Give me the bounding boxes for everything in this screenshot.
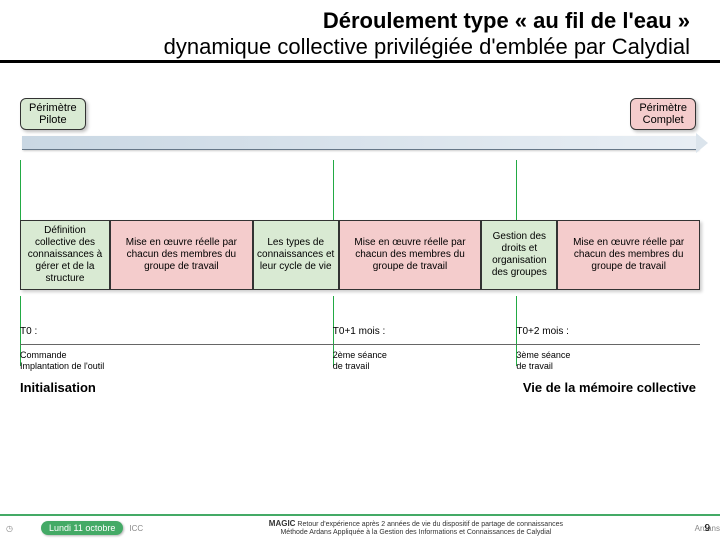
footer-line1: Retour d'expérience après 2 années de vi… [297,521,563,528]
phase-box: Mise en œuvre réelle par chacun des memb… [339,220,482,290]
page-title: Déroulement type « au fil de l'eau » [90,8,690,34]
footer-line2: Méthode Ardans Appliquée à la Gestion de… [280,529,551,536]
phase-strip: Définition collective des connaissances … [20,220,700,290]
clock-icon: ◷ [6,524,13,533]
footer-text: MAGIC Retour d'expérience après 2 années… [143,520,688,536]
logo-icon: ICC [129,524,143,533]
phase-box: Définition collective des connaissances … [20,220,110,290]
phase-box: Mise en œuvre réelle par chacun des memb… [557,220,700,290]
phase-box: Les types de connaissances et leur cycle… [253,220,339,290]
phase-box: Gestion des droits et organisation des g… [481,220,557,290]
time-labels: T0 : T0+1 mois : T0+2 mois : Commande Im… [20,296,700,366]
t0-sub: Commande Implantation de l'outil [20,350,306,372]
footer-mgc: MAGIC [269,519,296,528]
scope-full-badge: Périmètre Complet [630,98,696,130]
footer-date: Lundi 11 octobre [41,521,123,535]
t1-label: T0+1 mois : [333,326,386,337]
t0-label: T0 : [20,326,37,337]
scope-pilot-badge: Périmètre Pilote [20,98,86,130]
t2-sub: 3ème séance de travail [516,350,693,372]
stage-life: Vie de la mémoire collective [523,380,696,395]
page-number: 9 [704,523,710,534]
phase-box: Mise en œuvre réelle par chacun des memb… [110,220,253,290]
timeline-arrow [22,136,698,150]
stage-init: Initialisation [20,380,96,395]
t1-sub: 2ème séance de travail [333,350,496,372]
footer: ◷ Lundi 11 octobre ICC MAGIC Retour d'ex… [0,514,720,540]
page-subtitle: dynamique collective privilégiée d'emblé… [90,34,690,60]
t2-label: T0+2 mois : [516,326,569,337]
scope-row: Périmètre Pilote Périmètre Complet [20,98,696,134]
stage-row: Initialisation Vie de la mémoire collect… [20,380,696,395]
